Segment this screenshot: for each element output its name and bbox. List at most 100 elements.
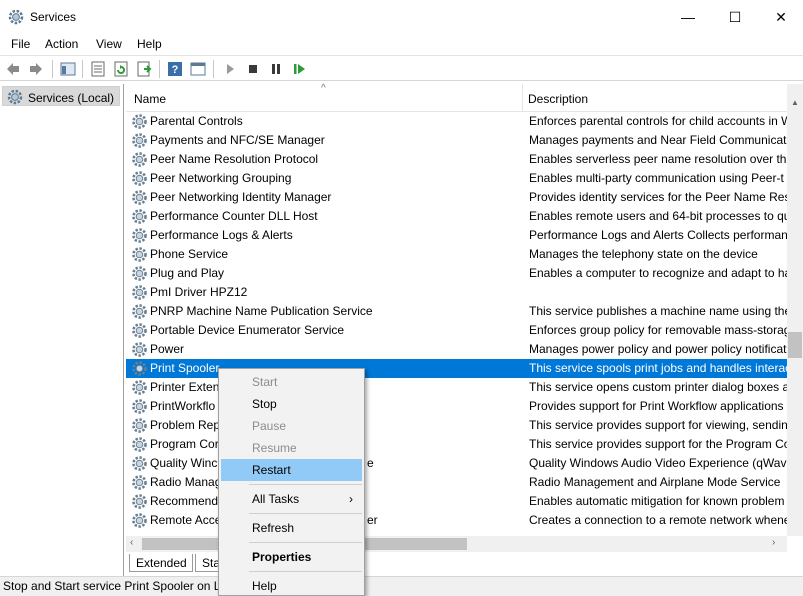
- column-header-description[interactable]: Description: [528, 92, 588, 106]
- vertical-scroll-thumb[interactable]: [788, 332, 802, 358]
- service-gear-icon: [132, 266, 147, 281]
- menu-action[interactable]: Action: [45, 37, 78, 51]
- service-gear-icon: [132, 437, 147, 452]
- context-menu: Start Stop Pause Resume Restart All Task…: [218, 368, 365, 596]
- column-header: Name ^ Description: [126, 83, 803, 112]
- properties-sheet-icon[interactable]: [90, 61, 106, 77]
- menu-item-label: All Tasks: [252, 492, 300, 506]
- service-gear-icon: [132, 114, 147, 129]
- start-service-icon[interactable]: [222, 61, 238, 77]
- service-gear-icon: [132, 399, 147, 414]
- service-description: This service spools print jobs and handl…: [529, 361, 787, 375]
- service-row[interactable]: Payments and NFC/SE Manager Manages payme…: [126, 131, 787, 150]
- close-icon: ✕: [775, 8, 787, 25]
- column-divider[interactable]: [522, 84, 523, 112]
- service-name: Payments and NFC/SE Manager: [150, 133, 325, 147]
- menu-view[interactable]: View: [96, 37, 122, 51]
- menu-separator: [249, 542, 362, 543]
- menu-item-properties[interactable]: Properties: [221, 546, 362, 568]
- service-row[interactable]: Portable Device Enumerator Service Enforc…: [126, 321, 787, 340]
- menu-help[interactable]: Help: [137, 37, 162, 51]
- toolbar: ?: [0, 55, 803, 81]
- service-row[interactable]: PNRP Machine Name Publication Service Thi…: [126, 302, 787, 321]
- menu-item-label: Start: [252, 375, 278, 389]
- service-name-fragment: er: [367, 513, 378, 527]
- console-window-icon[interactable]: [190, 61, 206, 77]
- service-gear-icon: [132, 228, 147, 243]
- service-description: Enforces group policy for removable mass…: [529, 323, 787, 337]
- service-description: This service publishes a machine name us…: [529, 304, 787, 318]
- forward-arrow-icon[interactable]: [28, 61, 44, 77]
- submenu-arrow-icon: ›: [349, 492, 353, 506]
- service-row[interactable]: Peer Networking Grouping Enables multi-pa…: [126, 169, 787, 188]
- restart-service-icon[interactable]: [291, 61, 307, 77]
- show-hide-console-tree-icon[interactable]: [60, 61, 76, 77]
- service-gear-icon: [132, 361, 147, 376]
- pause-service-icon[interactable]: [268, 61, 284, 77]
- service-description: This service provides support for the Pr…: [529, 437, 787, 451]
- menu-file[interactable]: File: [11, 37, 30, 51]
- services-gear-icon: [8, 9, 24, 25]
- service-gear-icon: [132, 209, 147, 224]
- service-row[interactable]: Performance Logs & Alerts Performance Log…: [126, 226, 787, 245]
- scroll-up-arrow-icon[interactable]: ▲: [791, 98, 799, 107]
- service-row[interactable]: Parental Controls Enforces parental contr…: [126, 112, 787, 131]
- menu-item-all-tasks[interactable]: All Tasks ›: [221, 488, 362, 510]
- service-gear-icon: [132, 342, 147, 357]
- service-description: Radio Management and Airplane Mode Servi…: [529, 475, 781, 489]
- minimize-button[interactable]: —: [665, 0, 711, 34]
- stop-service-icon[interactable]: [245, 61, 261, 77]
- column-header-name[interactable]: Name: [134, 92, 166, 106]
- menu-item-pause[interactable]: Pause: [221, 415, 362, 437]
- menu-separator: [249, 484, 362, 485]
- service-row[interactable]: Phone Service Manages the telephony state…: [126, 245, 787, 264]
- service-name: Phone Service: [150, 247, 229, 261]
- export-list-icon[interactable]: [136, 61, 152, 77]
- service-row[interactable]: Plug and Play Enables a computer to recog…: [126, 264, 787, 283]
- menu-item-restart[interactable]: Restart: [221, 459, 362, 481]
- scroll-left-arrow-icon[interactable]: ‹: [130, 537, 133, 548]
- status-text: Stop and Start service Print Spooler on …: [3, 579, 228, 593]
- menu-item-stop[interactable]: Stop: [221, 393, 362, 415]
- tree-item-services-local[interactable]: Services (Local): [2, 86, 120, 106]
- status-bar: Stop and Start service Print Spooler on …: [0, 576, 803, 596]
- service-gear-icon: [132, 380, 147, 395]
- service-gear-icon: [132, 152, 147, 167]
- menu-item-label: Resume: [252, 441, 297, 455]
- service-row[interactable]: Performance Counter DLL Host Enables remo…: [126, 207, 787, 226]
- service-description: This service opens custom printer dialog…: [529, 380, 787, 394]
- menu-bar: File Action View Help: [0, 34, 803, 54]
- service-row[interactable]: Peer Networking Identity Manager Provides…: [126, 188, 787, 207]
- title-bar: Services — ☐ ✕: [0, 0, 803, 34]
- refresh-icon[interactable]: [113, 61, 129, 77]
- vertical-scrollbar[interactable]: ▲: [787, 84, 803, 536]
- service-name: Peer Networking Grouping: [150, 171, 292, 185]
- service-name: Parental Controls: [150, 114, 243, 128]
- service-name: Power: [150, 342, 185, 356]
- maximize-button[interactable]: ☐: [712, 0, 758, 34]
- menu-item-label: Help: [252, 579, 277, 593]
- service-row[interactable]: Peer Name Resolution Protocol Enables ser…: [126, 150, 787, 169]
- service-gear-icon: [132, 456, 147, 471]
- toolbar-separator: [213, 60, 214, 78]
- menu-item-help[interactable]: Help: [221, 575, 362, 596]
- help-icon[interactable]: ?: [167, 61, 183, 77]
- menu-separator: [249, 571, 362, 572]
- minimize-icon: —: [681, 9, 695, 25]
- menu-item-start[interactable]: Start: [221, 371, 362, 393]
- window-title: Services: [30, 10, 77, 24]
- tab-label: Extended: [136, 556, 187, 570]
- services-gear-icon: [7, 89, 23, 105]
- service-description: Manages the telephony state on the devic…: [529, 247, 758, 261]
- toolbar-separator: [52, 60, 53, 78]
- menu-item-resume[interactable]: Resume: [221, 437, 362, 459]
- service-row[interactable]: Power Manages power policy and power poli…: [126, 340, 787, 359]
- service-gear-icon: [132, 133, 147, 148]
- close-button[interactable]: ✕: [758, 0, 803, 34]
- tab-extended[interactable]: Extended: [129, 554, 193, 572]
- scroll-right-arrow-icon[interactable]: ›: [772, 537, 775, 548]
- service-row[interactable]: PmI Driver HPZ12: [126, 283, 787, 302]
- menu-item-refresh[interactable]: Refresh: [221, 517, 362, 539]
- service-description: This service provides support for viewin…: [529, 418, 787, 432]
- back-arrow-icon[interactable]: [5, 61, 21, 77]
